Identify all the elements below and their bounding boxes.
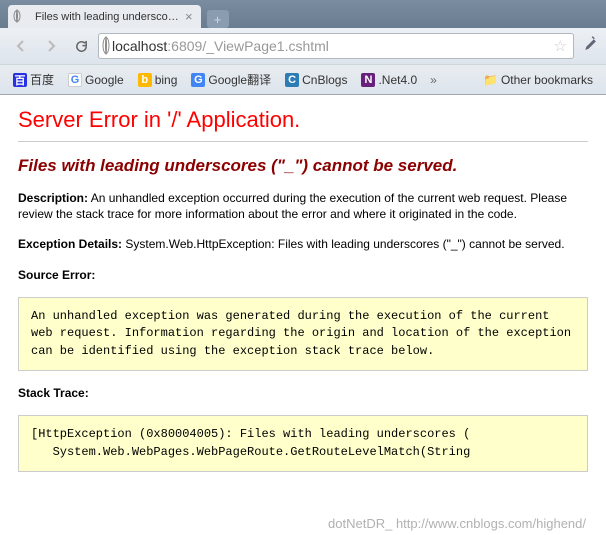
browser-chrome: Files with leading underscores × + local…: [0, 0, 606, 95]
error-exception-details: Exception Details: System.Web.HttpExcept…: [18, 236, 588, 252]
reload-icon: [74, 39, 89, 54]
stack-trace-heading: Stack Trace:: [18, 386, 89, 400]
error-description: Description: An unhandled exception occu…: [18, 190, 588, 222]
tab-bar: Files with leading underscores × +: [0, 0, 606, 28]
stack-trace-label: Stack Trace:: [18, 385, 588, 401]
bookmark-label: CnBlogs: [302, 73, 347, 87]
url-host: localhost: [112, 38, 167, 54]
source-error-box: An unhandled exception was generated dur…: [18, 297, 588, 371]
tab-close-icon[interactable]: ×: [185, 9, 193, 24]
arrow-right-icon: [43, 38, 59, 54]
bookmark-google-translate[interactable]: GGoogle翻译: [186, 69, 276, 90]
tab-title: Files with leading underscores: [35, 11, 180, 23]
bookmark-net4[interactable]: N.Net4.0: [356, 71, 422, 89]
url-port: :6809: [167, 38, 202, 54]
address-bar[interactable]: localhost:6809/_ViewPage1.cshtml ☆: [98, 33, 574, 59]
bookmark-label: .Net4.0: [378, 73, 417, 87]
url-path: /_ViewPage1.cshtml: [202, 38, 329, 54]
divider: [18, 141, 588, 142]
bing-icon: b: [138, 73, 152, 87]
exception-text: System.Web.HttpException: Files with lea…: [122, 237, 565, 251]
nav-bar: localhost:6809/_ViewPage1.cshtml ☆: [0, 28, 606, 64]
bookmark-label: bing: [155, 73, 178, 87]
browser-tab[interactable]: Files with leading underscores ×: [8, 5, 201, 28]
page-content: Server Error in '/' Application. Files w…: [0, 95, 606, 535]
dotnet-icon: N: [361, 73, 375, 87]
globe-icon: [105, 37, 107, 55]
google-icon: G: [68, 73, 82, 87]
settings-wrench-icon[interactable]: [581, 35, 598, 57]
other-bookmarks-button[interactable]: 📁Other bookmarks: [478, 71, 598, 89]
exception-label: Exception Details:: [18, 237, 122, 251]
stack-trace-box: [HttpException (0x80004005): Files with …: [18, 415, 588, 472]
source-error-label: Source Error:: [18, 267, 588, 283]
forward-button[interactable]: [38, 33, 64, 59]
baidu-icon: 百: [13, 73, 27, 87]
bookmarks-bar: 百百度 GGoogle bbing GGoogle翻译 CCnBlogs N.N…: [0, 64, 606, 94]
new-tab-button[interactable]: +: [207, 10, 229, 28]
description-text: An unhandled exception occurred during t…: [18, 191, 567, 221]
google-translate-icon: G: [191, 73, 205, 87]
arrow-left-icon: [13, 38, 29, 54]
description-label: Description:: [18, 191, 88, 205]
back-button[interactable]: [8, 33, 34, 59]
folder-icon: 📁: [483, 73, 498, 87]
bookmark-cnblogs[interactable]: CCnBlogs: [280, 71, 352, 89]
bookmark-label: Google翻译: [208, 71, 271, 88]
bookmarks-overflow-icon[interactable]: »: [426, 73, 441, 87]
source-error-heading: Source Error:: [18, 268, 95, 282]
bookmark-google[interactable]: GGoogle: [63, 71, 129, 89]
url-text: localhost:6809/_ViewPage1.cshtml: [112, 38, 549, 54]
bookmark-baidu[interactable]: 百百度: [8, 69, 59, 90]
bookmark-label: Google: [85, 73, 124, 87]
bookmark-label: 百度: [30, 71, 54, 88]
bookmark-star-icon[interactable]: ☆: [554, 37, 567, 55]
cnblogs-icon: C: [285, 73, 299, 87]
reload-button[interactable]: [68, 33, 94, 59]
page-favicon-icon: [16, 10, 30, 24]
bookmark-bing[interactable]: bbing: [133, 71, 183, 89]
error-heading: Server Error in '/' Application.: [18, 107, 588, 133]
error-subheading: Files with leading underscores ("_") can…: [18, 156, 588, 176]
bookmark-label: Other bookmarks: [501, 73, 593, 87]
